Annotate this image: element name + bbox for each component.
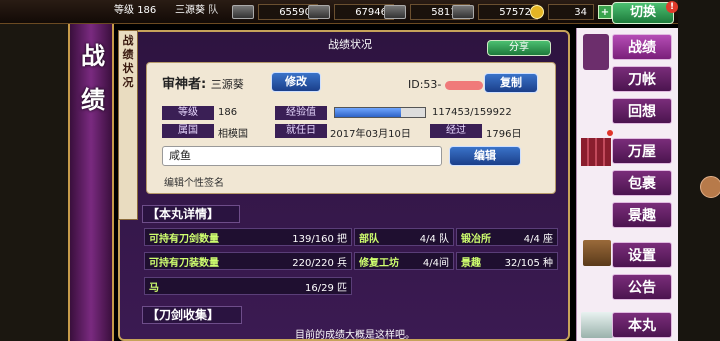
record-book-icon [583, 34, 609, 70]
forge-row: 锻冶所 4/4 座 [456, 228, 558, 246]
scenery-label: 景趣 [461, 257, 481, 269]
appointment-date-value: 2017年03月10日 [330, 129, 411, 140]
steel-icon [308, 5, 330, 19]
player-tag: 队 [208, 5, 219, 16]
collection-section-title: 【刀剑收集】 [142, 306, 242, 324]
signature-field[interactable]: 咸鱼 [162, 146, 442, 166]
dialog-caption: 目前的成绩大概是这样吧。 [295, 330, 415, 341]
level-value: 186 [137, 5, 157, 16]
menu-inventory[interactable]: 包裹 [612, 170, 672, 196]
player-id: ID:53- [408, 78, 483, 91]
left-title-banner: 战 绩 [68, 24, 114, 341]
whetstone-icon [452, 5, 474, 19]
forge-value: 4/4 座 [523, 233, 553, 245]
new-dot-icon [607, 130, 613, 136]
horse-label: 马 [149, 282, 159, 294]
sword-capacity-row: 可持有刀剑数量 139/160 把 [144, 228, 352, 246]
edit-name-button[interactable]: 修改 [271, 72, 321, 92]
equip-capacity-value: 220/220 兵 [292, 257, 347, 269]
forge-label: 锻冶所 [461, 233, 491, 245]
level-label: 等级 [114, 5, 134, 16]
menu-shop[interactable]: 万屋 [612, 138, 672, 164]
reviewer-name: 三源葵 [210, 78, 244, 91]
menu-recollection[interactable]: 回想 [612, 98, 672, 124]
left-backdrop [0, 24, 68, 341]
resource-steel: 67946 [308, 3, 394, 21]
exp-progress-bar [334, 107, 426, 118]
level-value: 186 [218, 107, 238, 118]
elapsed-value: 1796日 [486, 129, 522, 140]
redacted-mark [444, 80, 483, 90]
details-section-title: 【本丸详情】 [142, 205, 240, 223]
player-name-box: 三源葵 队 [175, 1, 218, 16]
resource-charcoal: 65590 [232, 3, 318, 21]
squad-label: 部队 [359, 233, 379, 245]
menu-settings[interactable]: 设置 [612, 242, 672, 268]
copy-id-button[interactable]: 复制 [484, 73, 538, 93]
share-button[interactable]: 分享 [487, 40, 551, 56]
floating-assist-icon[interactable] [700, 176, 720, 198]
menu-notice[interactable]: 公告 [612, 274, 672, 300]
exp-value: 117453/159922 [432, 107, 512, 118]
menu-home[interactable]: 本丸 [612, 312, 672, 338]
scroll-char: 况 [122, 76, 134, 89]
player-name: 三源葵 [175, 5, 205, 16]
side-scroll-label: 战 绩 状 况 [118, 30, 138, 220]
coolant-icon [384, 5, 406, 19]
resource-value: 57572 [478, 4, 538, 20]
repair-row: 修复工坊 4/4间 [354, 252, 454, 270]
sword-capacity-value: 139/160 把 [292, 233, 347, 245]
scroll-char: 状 [122, 62, 134, 75]
coin-value: 34 [548, 4, 594, 20]
sword-capacity-label: 可持有刀剑数量 [149, 233, 219, 245]
horse-row: 马 16/29 匹 [144, 277, 352, 295]
coin-icon [530, 5, 544, 19]
id-prefix: ID:53- [408, 78, 442, 91]
exp-label: 经验值 [275, 106, 327, 120]
shop-curtain-icon [581, 138, 611, 166]
scenery-value: 32/105 种 [504, 257, 553, 269]
scenery-row: 景趣 32/105 种 [456, 252, 558, 270]
resource-whetstone: 57572 [452, 3, 538, 21]
country-value: 相模国 [218, 129, 248, 140]
repair-label: 修复工坊 [359, 257, 399, 269]
menu-scenery[interactable]: 景趣 [612, 202, 672, 228]
horse-value: 16/29 匹 [305, 282, 347, 294]
castle-icon [581, 312, 613, 338]
scroll-char: 绩 [122, 48, 134, 61]
edit-signature-button[interactable]: 编辑 [449, 146, 521, 166]
add-coin-icon[interactable]: + [598, 5, 612, 19]
exp-progress-fill [335, 108, 402, 117]
banner-char: 战 [81, 42, 105, 70]
scroll-char: 战 [122, 34, 134, 47]
elapsed-label: 经过 [430, 124, 482, 138]
squad-value: 4/4 队 [419, 233, 449, 245]
level-label: 等级 [162, 106, 214, 120]
banner-char: 绩 [81, 86, 105, 114]
player-level-label: 等级 186 [114, 1, 156, 16]
menu-record[interactable]: 战绩 [612, 34, 672, 60]
coin-counter: 34 + [530, 3, 612, 21]
right-backdrop [678, 0, 720, 341]
country-label: 属国 [162, 124, 214, 138]
appointment-date-label: 就任日 [275, 124, 327, 138]
reviewer-name-row: 审神者: 三源葵 [162, 73, 244, 92]
alert-badge-icon: ! [666, 1, 678, 13]
equip-capacity-label: 可持有刀装数量 [149, 257, 219, 269]
equip-capacity-row: 可持有刀装数量 220/220 兵 [144, 252, 352, 270]
name-label: 审神者: [162, 77, 207, 92]
repair-value: 4/4间 [422, 257, 449, 269]
charcoal-icon [232, 5, 254, 19]
signature-hint: 编辑个性签名 [164, 178, 224, 189]
notice-board-icon [583, 240, 611, 266]
switch-button[interactable]: 切换 [612, 2, 674, 24]
squad-row: 部队 4/4 队 [354, 228, 454, 246]
menu-sword-list[interactable]: 刀帐 [612, 66, 672, 92]
